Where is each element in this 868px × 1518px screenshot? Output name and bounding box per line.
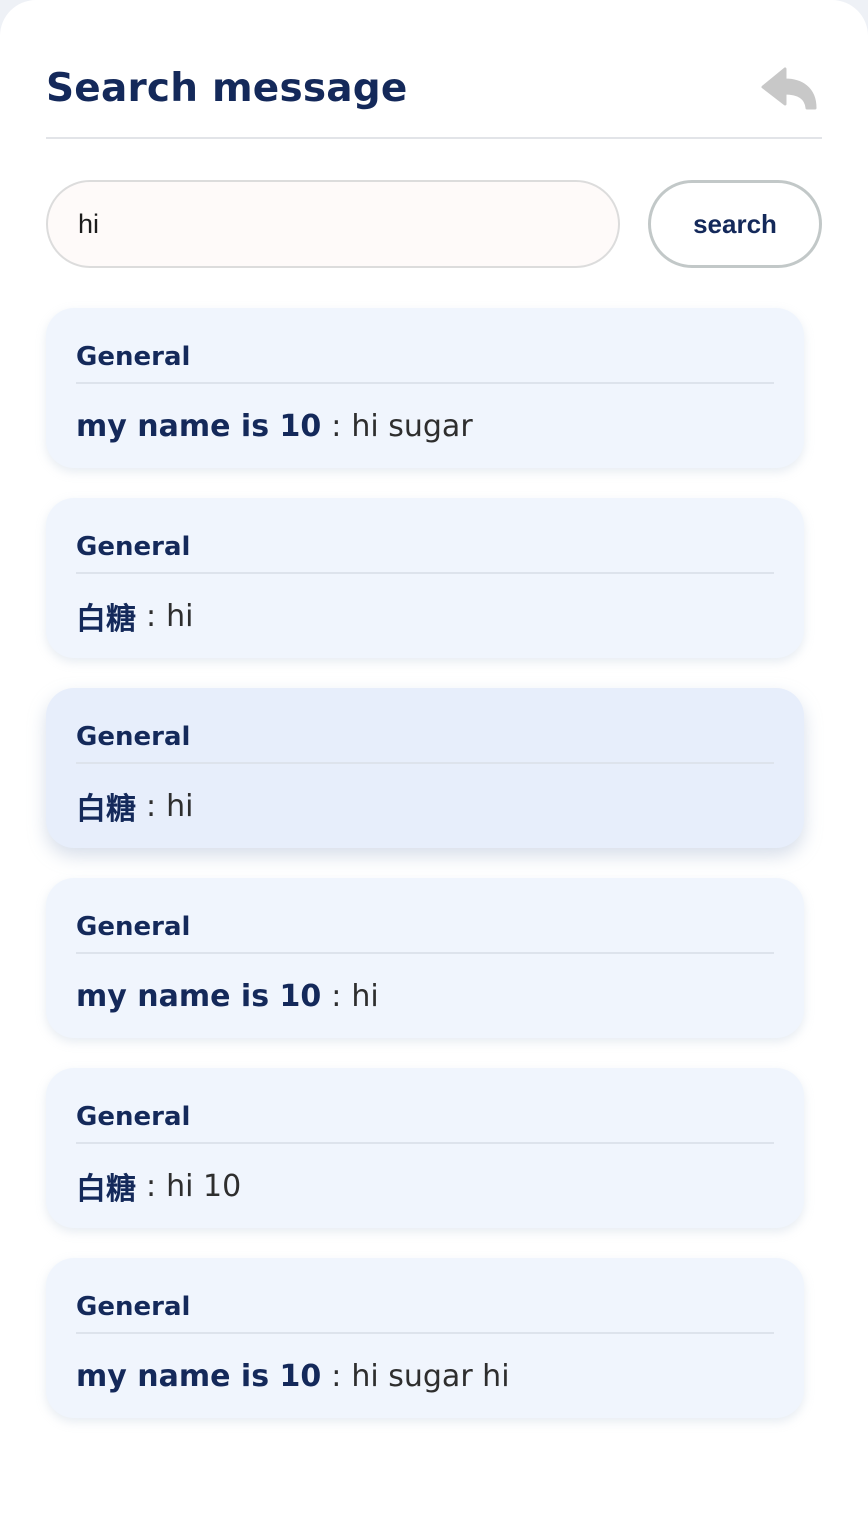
search-result-item[interactable]: General my name is 10 : hi sugar <box>46 308 804 468</box>
search-result-item[interactable]: General my name is 10 : hi sugar hi <box>46 1258 804 1418</box>
search-result-item-active[interactable]: General 白糖 : hi <box>46 688 804 848</box>
result-channel: General <box>76 530 774 574</box>
search-result-item[interactable]: General my name is 10 : hi <box>46 878 804 1038</box>
result-message: 白糖 : hi <box>76 574 774 658</box>
result-sender: my name is 10 <box>76 978 322 1014</box>
result-separator: : <box>331 978 342 1014</box>
result-message: my name is 10 : hi <box>76 954 774 1038</box>
result-channel: General <box>76 1290 774 1334</box>
search-message-panel: Search message search General my name is… <box>0 0 868 1518</box>
result-separator: : <box>331 408 342 444</box>
result-channel: General <box>76 1100 774 1144</box>
result-text: hi sugar <box>351 408 473 444</box>
result-message: my name is 10 : hi sugar <box>76 384 774 468</box>
panel-header: Search message <box>46 0 822 139</box>
result-channel: General <box>76 340 774 384</box>
result-text: hi <box>166 598 194 634</box>
result-separator: : <box>146 598 157 634</box>
result-message: 白糖 : hi <box>76 764 774 848</box>
result-channel: General <box>76 720 774 764</box>
result-separator: : <box>146 788 157 824</box>
search-result-item[interactable]: General 白糖 : hi 10 <box>46 1068 804 1228</box>
search-result-item[interactable]: General 白糖 : hi <box>46 498 804 658</box>
result-sender: my name is 10 <box>76 1358 322 1394</box>
result-sender: my name is 10 <box>76 408 322 444</box>
result-text: hi sugar hi <box>351 1358 510 1394</box>
search-results-list: General my name is 10 : hi sugar General… <box>46 308 804 1418</box>
result-sender: 白糖 <box>76 602 136 637</box>
reply-arrow-icon <box>761 67 817 110</box>
result-sender: 白糖 <box>76 1172 136 1207</box>
result-separator: : <box>146 1168 157 1204</box>
search-button[interactable]: search <box>648 180 822 268</box>
search-input[interactable] <box>46 180 620 268</box>
result-text: hi <box>351 978 379 1014</box>
result-text: hi 10 <box>166 1168 242 1204</box>
result-text: hi <box>166 788 194 824</box>
result-sender: 白糖 <box>76 792 136 827</box>
result-message: my name is 10 : hi sugar hi <box>76 1334 774 1418</box>
search-bar: search <box>46 180 822 268</box>
page-title: Search message <box>46 66 408 111</box>
result-separator: : <box>331 1358 342 1394</box>
result-message: 白糖 : hi 10 <box>76 1144 774 1228</box>
back-button[interactable] <box>758 62 822 116</box>
result-channel: General <box>76 910 774 954</box>
